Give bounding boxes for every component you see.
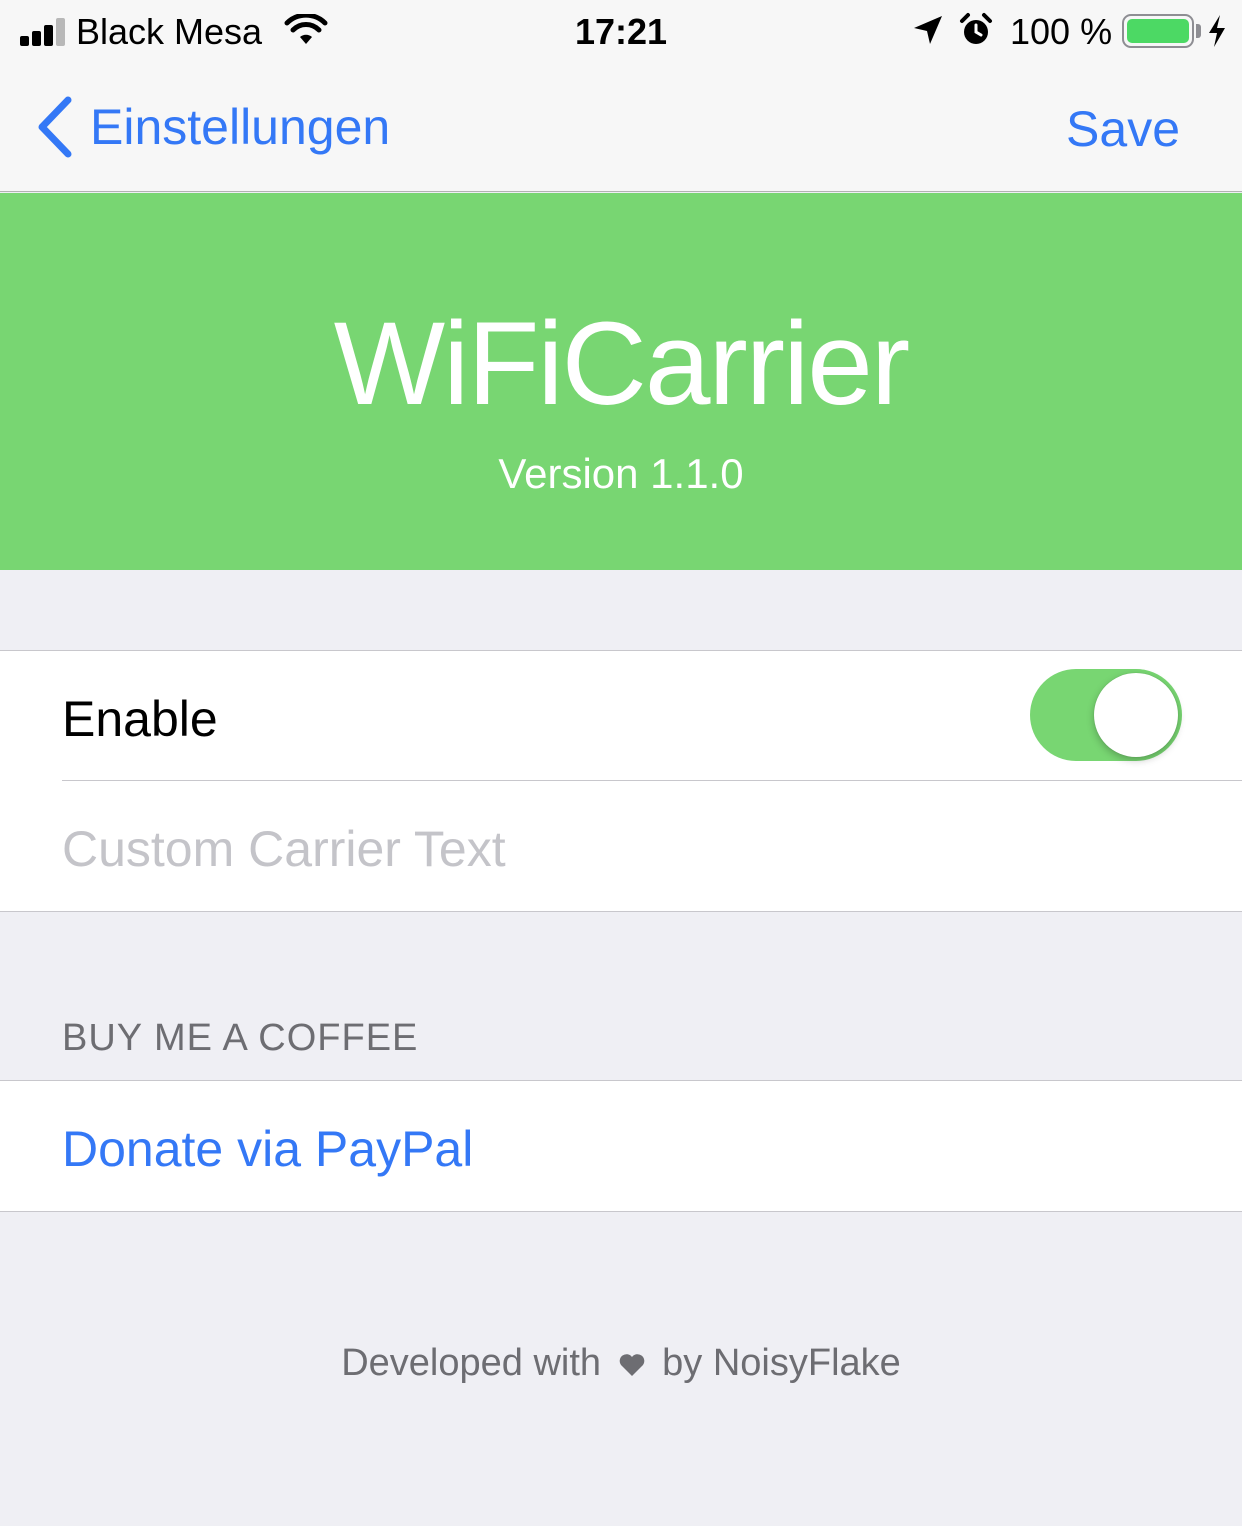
donate-paypal-link[interactable]: Donate via PayPal [62, 1121, 473, 1177]
chevron-left-icon [38, 96, 72, 158]
location-arrow-icon [914, 16, 942, 44]
footer-credit: Developed with by NoisyFlake [0, 1340, 1242, 1386]
custom-text-row [0, 781, 1242, 911]
heart-icon [619, 1354, 644, 1376]
settings-group: Enable [0, 650, 1242, 912]
donate-row[interactable]: Donate via PayPal [0, 1081, 1242, 1211]
donate-group: Donate via PayPal [0, 1080, 1242, 1212]
section-header-donate: BUY ME A COFFEE [62, 1017, 419, 1059]
back-button-label: Einstellungen [90, 99, 391, 155]
header-banner: WiFiCarrier Version 1.1.0 [0, 193, 1242, 570]
custom-carrier-text-input[interactable] [62, 817, 1202, 881]
enable-row: Enable [0, 651, 1242, 781]
status-bar: Black Mesa 17:21 100 % [0, 0, 1242, 64]
footer-suffix: by NoisyFlake [662, 1342, 901, 1384]
footer-prefix: Developed with [341, 1342, 602, 1384]
app-title: WiFiCarrier [333, 298, 910, 430]
back-button[interactable]: Einstellungen [36, 94, 390, 160]
enable-label: Enable [62, 691, 218, 747]
save-button[interactable]: Save [1066, 100, 1180, 158]
battery-tip [1196, 24, 1201, 38]
navigation-bar: Einstellungen Save [0, 64, 1242, 192]
battery-icon [1122, 14, 1194, 48]
toggle-knob [1094, 673, 1178, 757]
battery-percent: 100 % [1010, 11, 1113, 52]
app-version: Version 1.1.0 [498, 450, 744, 497]
charging-bolt-icon [1209, 15, 1225, 47]
enable-toggle[interactable] [1030, 669, 1182, 761]
alarm-icon [960, 13, 992, 44]
